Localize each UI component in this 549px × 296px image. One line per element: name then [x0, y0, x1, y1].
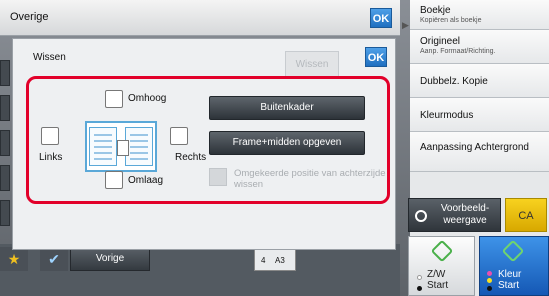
yellow-indicator-icon: [487, 278, 492, 283]
top-ok-button[interactable]: OK: [370, 8, 392, 28]
expand-arrow-icon[interactable]: ▶: [402, 20, 409, 31]
panel-item-background[interactable]: Aanpassing Achtergrond: [410, 132, 549, 172]
start-diamond-icon: [501, 239, 525, 263]
bottom-edge-label: Omlaag: [128, 175, 164, 186]
preview-button-label: Voorbeeld- weergave: [440, 203, 490, 226]
paper-size: A3: [275, 256, 285, 265]
top-bar: Overige: [0, 0, 400, 36]
black-indicator-icon: [487, 286, 492, 291]
frame-center-button[interactable]: Frame+midden opgeven: [209, 131, 365, 155]
left-edge-label: Links: [39, 152, 63, 163]
dialog-title: Wissen: [33, 52, 66, 63]
right-page: [125, 127, 153, 166]
right-edge-checkbox[interactable]: [170, 127, 188, 145]
paper-indicator: 4 A3: [254, 249, 296, 271]
panel-item-sublabel: Kopiëren als boekje: [420, 17, 482, 24]
left-page: [89, 127, 117, 166]
panel-item-duplex[interactable]: Dubbelz. Kopie: [410, 64, 549, 98]
copier-screen: Overige OK ▶ Boekje Kopiëren als boekje …: [0, 0, 549, 296]
clear-all-button[interactable]: CA: [505, 198, 547, 232]
start-diamond-icon: [430, 239, 454, 263]
magnifier-icon: [415, 210, 427, 222]
top-bar-title: Overige: [10, 11, 49, 23]
panel-item-label: Origineel: [420, 36, 461, 47]
center-erase-checkbox[interactable]: [117, 140, 129, 156]
left-tab[interactable]: [0, 130, 10, 156]
erase-settings-frame: Omhoog Links Rechts Omlaag Buitenkader F…: [26, 76, 390, 204]
magenta-indicator-icon: [487, 271, 492, 276]
start-color-button[interactable]: Kleur Start: [479, 236, 549, 296]
panel-item-label: Kleurmodus: [420, 110, 474, 121]
reverse-back-checkbox: [209, 168, 227, 186]
panel-item-sublabel: Aanp. Formaat/Richting.: [420, 48, 496, 55]
panel-item-original[interactable]: Origineel Aanp. Formaat/Richting.: [410, 30, 549, 64]
panel-item-booklet[interactable]: Boekje Kopiëren als boekje: [410, 0, 549, 30]
left-edge-checkbox[interactable]: [41, 127, 59, 145]
checkmark-icon[interactable]: ✔: [40, 247, 68, 271]
panel-item-color-mode[interactable]: Kleurmodus: [410, 98, 549, 132]
bottom-edge-checkbox[interactable]: [105, 171, 123, 189]
panel-item-label: Dubbelz. Kopie: [420, 76, 488, 87]
top-edge-checkbox[interactable]: [105, 90, 123, 108]
erase-disabled-button: Wissen: [285, 51, 339, 77]
left-tab[interactable]: [0, 60, 10, 86]
outer-frame-button[interactable]: Buitenkader: [209, 96, 365, 120]
book-erase-diagram-icon: [85, 121, 157, 172]
bw-indicator-icon: [417, 286, 422, 291]
preview-button[interactable]: Voorbeeld- weergave: [408, 198, 501, 232]
start-bw-label: Z/W Start: [427, 269, 449, 291]
left-tab[interactable]: [0, 165, 10, 191]
paper-tray-number: 4: [261, 256, 266, 265]
dialog-ok-button[interactable]: OK: [365, 47, 387, 67]
top-edge-label: Omhoog: [128, 93, 167, 104]
reverse-back-label: Omgekeerde positie van achterzijde wisse…: [234, 168, 386, 190]
start-color-label: Kleur Start: [498, 269, 522, 291]
right-edge-label: Rechts: [175, 152, 207, 163]
start-bw-button[interactable]: Z/W Start: [408, 236, 475, 296]
left-tab[interactable]: [0, 200, 10, 226]
panel-item-label: Aanpassing Achtergrond: [420, 142, 529, 153]
bw-indicator-icon: [417, 275, 422, 280]
erase-dialog: Wissen Wissen OK Omhoog Links Rechts Oml…: [12, 38, 396, 250]
panel-item-label: Boekje: [420, 5, 451, 16]
favorite-star-icon[interactable]: ★: [0, 247, 28, 271]
left-tab[interactable]: [0, 95, 10, 121]
